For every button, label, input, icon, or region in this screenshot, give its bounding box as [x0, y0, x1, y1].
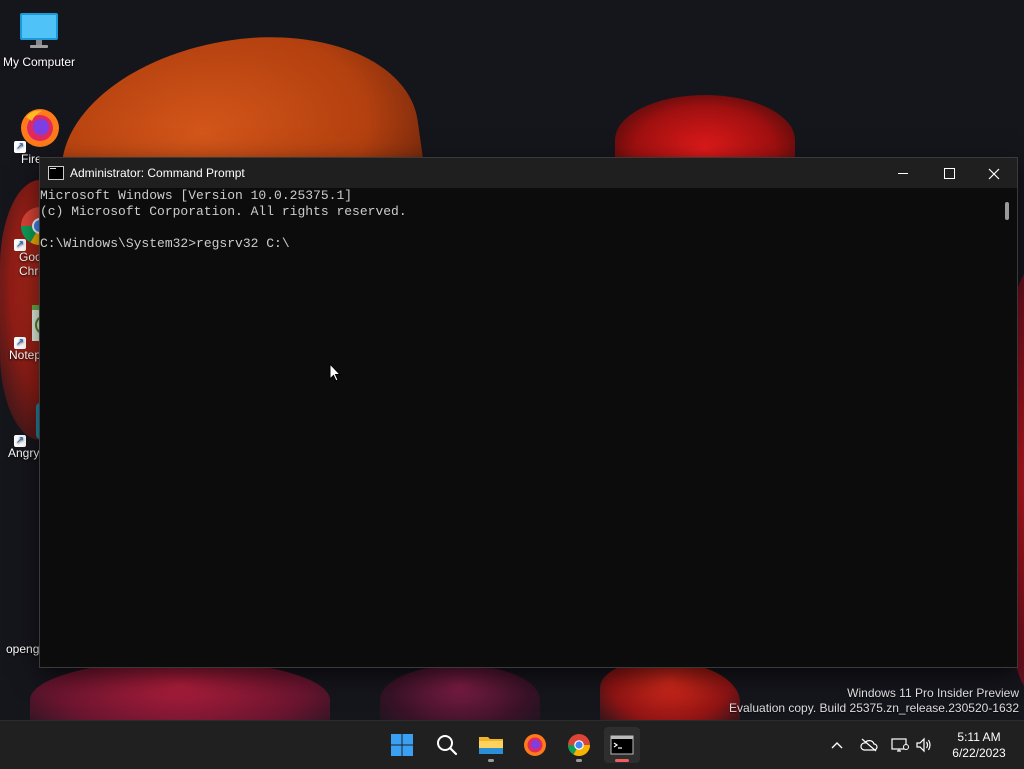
volume-button[interactable] — [914, 735, 934, 755]
wallpaper-shape — [30, 660, 330, 720]
show-hidden-icons-button[interactable] — [827, 735, 847, 755]
clock-date: 6/22/2023 — [952, 746, 1006, 760]
onedrive-status-button[interactable] — [859, 735, 879, 755]
terminal-prompt-line: C:\Windows\System32>regsrv32 C:\ — [40, 236, 290, 251]
running-indicator — [488, 759, 494, 762]
minimize-button[interactable] — [880, 158, 926, 188]
windows-watermark: Windows 11 Pro Insider Preview Evaluatio… — [729, 686, 1019, 716]
terminal-output[interactable]: Microsoft Windows [Version 10.0.25375.1]… — [40, 188, 1002, 667]
shortcut-arrow-icon: ↗ — [14, 435, 26, 447]
mouse-cursor-icon — [329, 363, 341, 382]
search-button[interactable] — [429, 727, 465, 763]
maximize-icon — [943, 168, 955, 180]
folder-icon — [479, 737, 503, 754]
cmd-app-icon — [48, 166, 64, 180]
running-indicator — [576, 759, 582, 762]
file-explorer-button[interactable] — [473, 727, 509, 763]
wallpaper-shape — [600, 660, 740, 720]
window-title: Administrator: Command Prompt — [70, 166, 245, 180]
clock-button[interactable]: 5:11 AM 6/22/2023 — [944, 729, 1014, 761]
maximize-button[interactable] — [926, 158, 972, 188]
windows-logo-icon — [391, 734, 413, 756]
network-icon — [891, 738, 909, 752]
terminal-line: Microsoft Windows [Version 10.0.25375.1] — [40, 188, 353, 203]
shortcut-arrow-icon: ↗ — [14, 337, 26, 349]
desktop: My Computer ↗ Fire ↗ Goo Chro ↗ Notep ↗ … — [0, 0, 1024, 720]
terminal-line: (c) Microsoft Corporation. All rights re… — [40, 204, 407, 219]
scrollbar-thumb[interactable] — [1005, 202, 1009, 220]
close-button[interactable] — [971, 158, 1017, 188]
terminal-icon — [610, 735, 634, 755]
cloud-offline-icon — [860, 738, 878, 752]
wallpaper-shape — [380, 665, 540, 720]
taskbar: 5:11 AM 6/22/2023 — [0, 720, 1024, 769]
window-titlebar[interactable]: Administrator: Command Prompt — [40, 158, 1017, 188]
shortcut-arrow-icon: ↗ — [14, 239, 26, 251]
watermark-line: Windows 11 Pro Insider Preview — [847, 686, 1019, 700]
volume-icon — [916, 737, 931, 753]
chrome-icon — [568, 734, 590, 756]
minimize-icon — [898, 173, 908, 175]
command-prompt-window[interactable]: Administrator: Command Prompt Microsoft … — [39, 157, 1018, 668]
network-button[interactable] — [890, 735, 910, 755]
command-prompt-taskbar-button[interactable] — [604, 727, 640, 763]
chrome-taskbar-button[interactable] — [561, 727, 597, 763]
close-icon — [988, 168, 1000, 179]
clock-time: 5:11 AM — [957, 730, 1001, 744]
desktop-icon-label: My Computer — [2, 55, 76, 69]
chevron-up-icon — [831, 742, 843, 749]
watermark-line: Evaluation copy. Build 25375.zn_release.… — [729, 701, 1019, 715]
firefox-taskbar-button[interactable] — [517, 727, 553, 763]
shortcut-arrow-icon: ↗ — [14, 141, 26, 153]
search-icon — [437, 735, 458, 756]
firefox-icon: ↗ — [14, 107, 60, 153]
start-button[interactable] — [384, 727, 420, 763]
firefox-icon — [524, 734, 546, 756]
desktop-icon-my-computer[interactable]: My Computer — [1, 10, 77, 69]
monitor-icon — [18, 10, 60, 52]
active-indicator — [615, 759, 629, 762]
